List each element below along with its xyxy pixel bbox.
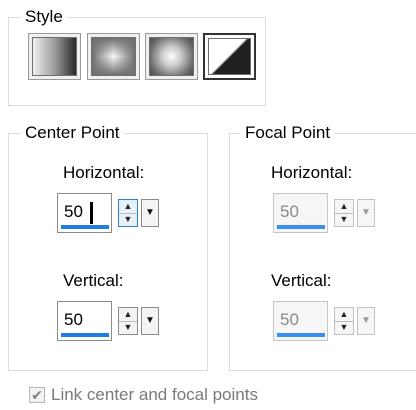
center-horizontal-dropdown-button[interactable]: ▼ [141, 199, 159, 227]
focal-vertical-dropdown-button[interactable]: ▼ [357, 307, 375, 335]
focal-vertical-spinbox[interactable]: 50 ▲ ▼ ▼ [273, 301, 381, 341]
focal-horizontal-dropdown-button[interactable]: ▼ [357, 199, 375, 227]
sunburst-gradient-icon [208, 38, 251, 75]
stepper-down-icon[interactable]: ▼ [335, 213, 353, 226]
center-horizontal-value: 50 [64, 202, 83, 221]
center-horizontal-spinbox[interactable]: 50 ▲ ▼ ▼ [57, 193, 165, 233]
center-vertical-value: 50 [64, 310, 83, 329]
focal-point-legend: Focal Point [241, 123, 335, 143]
radial-gradient-icon [149, 37, 194, 76]
stepper-up-icon[interactable]: ▲ [335, 308, 353, 322]
stepper-up-icon[interactable]: ▲ [119, 308, 137, 322]
focal-vertical-stepper[interactable]: ▲ ▼ [334, 307, 354, 335]
style-group-legend: Style [21, 7, 67, 27]
input-underline [277, 225, 325, 229]
text-caret [90, 202, 93, 224]
center-vertical-dropdown-button[interactable]: ▼ [141, 307, 159, 335]
focal-vertical-label: Vertical: [271, 271, 332, 290]
center-horizontal-label: Horizontal: [63, 163, 145, 182]
focal-horizontal-value: 50 [280, 202, 299, 221]
center-vertical-stepper[interactable]: ▲ ▼ [118, 307, 138, 335]
focal-horizontal-spinbox[interactable]: 50 ▲ ▼ ▼ [273, 193, 381, 233]
link-points-checkbox[interactable]: ✔ [29, 387, 45, 403]
input-underline [61, 333, 109, 337]
focal-horizontal-label: Horizontal: [271, 163, 353, 182]
center-point-legend: Center Point [21, 123, 124, 143]
focal-vertical-value: 50 [280, 310, 299, 329]
focal-horizontal-stepper[interactable]: ▲ ▼ [334, 199, 354, 227]
link-points-label[interactable]: Link center and focal points [51, 385, 258, 405]
center-vertical-spinbox[interactable]: 50 ▲ ▼ ▼ [57, 301, 165, 341]
center-horizontal-stepper[interactable]: ▲ ▼ [118, 199, 138, 227]
style-rectangular-button[interactable] [87, 33, 140, 80]
input-underline [277, 333, 325, 337]
stepper-down-icon[interactable]: ▼ [335, 321, 353, 334]
linear-gradient-icon [32, 37, 77, 76]
focal-horizontal-input[interactable]: 50 [273, 193, 328, 233]
stepper-up-icon[interactable]: ▲ [335, 200, 353, 214]
style-sunburst-button[interactable] [203, 33, 256, 80]
focal-vertical-input[interactable]: 50 [273, 301, 328, 341]
stepper-up-icon[interactable]: ▲ [119, 200, 137, 214]
input-underline [61, 225, 109, 229]
center-vertical-label: Vertical: [63, 271, 124, 290]
style-linear-button[interactable] [28, 33, 81, 80]
center-horizontal-input[interactable]: 50 [57, 193, 112, 233]
stepper-down-icon[interactable]: ▼ [119, 321, 137, 334]
center-vertical-input[interactable]: 50 [57, 301, 112, 341]
rectangular-gradient-icon [91, 37, 136, 76]
style-radial-button[interactable] [145, 33, 198, 80]
stepper-down-icon[interactable]: ▼ [119, 213, 137, 226]
